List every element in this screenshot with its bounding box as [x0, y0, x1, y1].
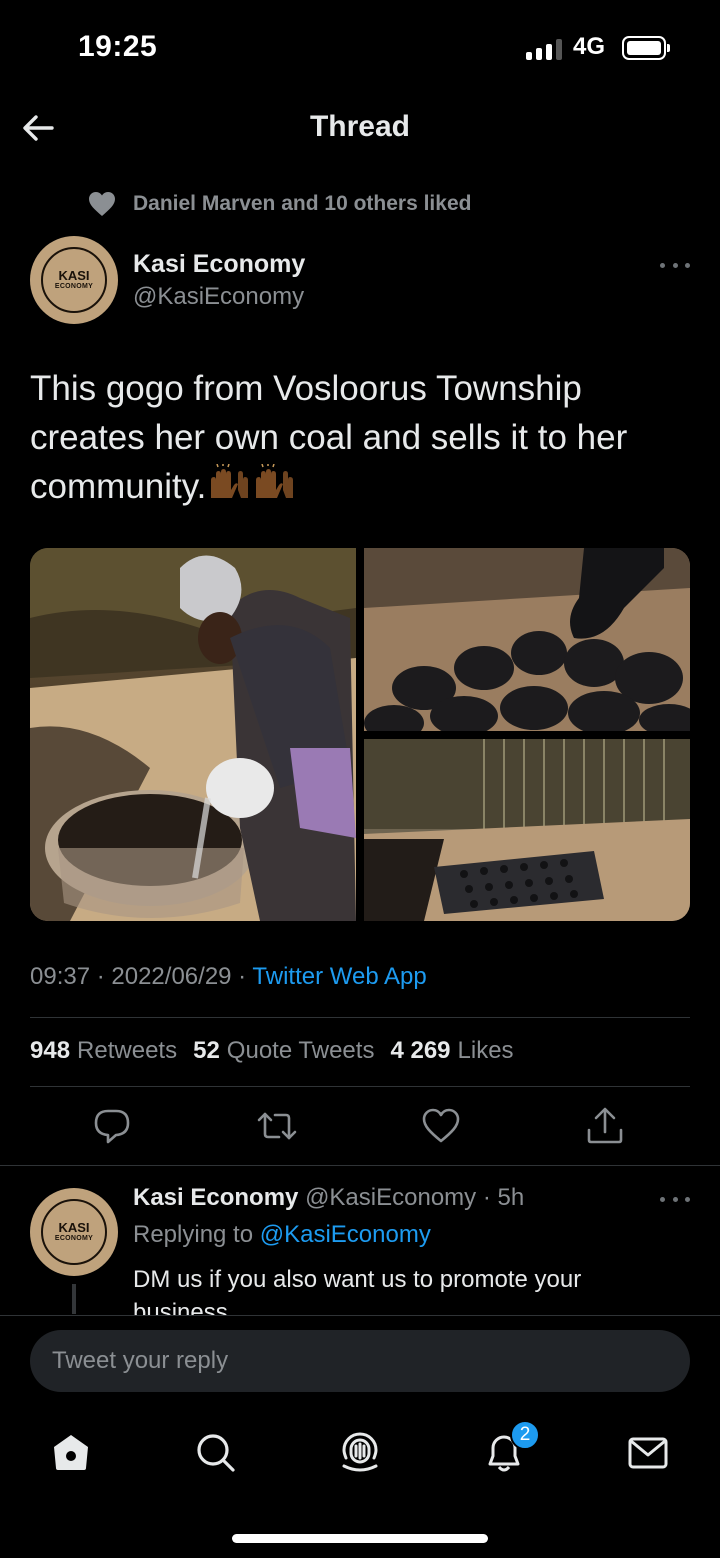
tweet-actions: [0, 1104, 720, 1152]
reply-text: DM us if you also want us to promote you…: [133, 1266, 582, 1315]
reply-icon[interactable]: [90, 1104, 134, 1148]
retweets-stat[interactable]: 948 Retweets: [30, 1037, 177, 1065]
liked-by-text: Daniel Marven and 10 others liked: [133, 192, 472, 215]
author-handle[interactable]: @KasiEconomy: [133, 283, 304, 311]
status-time: 19:25: [78, 30, 158, 63]
bottom-navigation: [0, 1410, 720, 1500]
avatar[interactable]: KASI ECONOMY: [30, 236, 118, 324]
raising-hands-emoji: [208, 463, 298, 513]
thread-connector: [72, 1284, 76, 1314]
replying-to: Replying to @KasiEconomy: [133, 1221, 431, 1248]
signal-icon: [526, 38, 564, 60]
reply-author-handle: @KasiEconomy: [305, 1184, 477, 1211]
tweet-timestamp: 09:37 · 2022/06/29 · Twitter Web App: [30, 963, 427, 990]
tweet-stats: 948 Retweets 52 Quote Tweets 4 269 Likes: [30, 1037, 514, 1065]
quote-tweets-stat[interactable]: 52 Quote Tweets: [193, 1037, 374, 1065]
retweet-icon[interactable]: [255, 1104, 299, 1148]
hand-shaping-coal-photo[interactable]: [364, 548, 690, 731]
social-context[interactable]: Daniel Marven and 10 others liked: [88, 188, 471, 220]
tweet-media[interactable]: [30, 548, 690, 921]
divider: [30, 1086, 690, 1087]
tweet-date[interactable]: 2022/06/29: [111, 963, 231, 990]
tweet-source[interactable]: Twitter Web App: [252, 963, 426, 990]
reply-input[interactable]: [30, 1330, 690, 1392]
coal-drying-yard-photo[interactable]: [364, 739, 690, 921]
reply-avatar[interactable]: KASI ECONOMY: [30, 1188, 118, 1276]
more-options-icon[interactable]: [660, 1194, 690, 1204]
home-icon[interactable]: [47, 1428, 95, 1476]
reply-header[interactable]: Kasi Economy @KasiEconomy · 5h: [133, 1184, 524, 1212]
likes-stat[interactable]: 4 269 Likes: [390, 1037, 513, 1065]
network-type: 4G: [573, 33, 606, 60]
home-indicator[interactable]: [232, 1534, 488, 1543]
tweet-time[interactable]: 09:37: [30, 963, 90, 990]
avatar-logo-text: KASI: [58, 1220, 90, 1235]
avatar-logo-subtext: ECONOMY: [54, 1235, 94, 1242]
page-title: Thread: [309, 110, 411, 143]
status-bar: 19:25 4G: [0, 0, 720, 96]
tweet-text: This gogo from Vosloorus Township create…: [30, 364, 690, 513]
compose-bar: [0, 1315, 720, 1410]
divider: [30, 1017, 690, 1018]
messages-icon[interactable]: [624, 1428, 672, 1476]
woman-pouring-water-photo[interactable]: [30, 548, 356, 921]
reply-compose[interactable]: [30, 1330, 690, 1392]
tweet-body: This gogo from Vosloorus Township create…: [30, 369, 628, 506]
notification-badge: 2: [510, 1420, 540, 1450]
reply-author-name: Kasi Economy: [133, 1184, 299, 1211]
search-icon[interactable]: [191, 1428, 239, 1476]
share-icon[interactable]: [583, 1104, 627, 1148]
divider: [0, 1165, 720, 1166]
avatar-logo-text: KASI: [58, 268, 90, 283]
like-icon[interactable]: [419, 1104, 463, 1148]
heart-icon: [89, 192, 115, 216]
more-options-icon[interactable]: [660, 260, 690, 270]
thread-header: Thread: [0, 96, 720, 160]
mention-link[interactable]: @KasiEconomy: [260, 1221, 431, 1248]
reply-age: 5h: [497, 1184, 525, 1211]
spaces-icon[interactable]: [336, 1428, 384, 1476]
battery-icon: [622, 36, 666, 60]
avatar-logo-subtext: ECONOMY: [54, 283, 94, 290]
author-name[interactable]: Kasi Economy: [133, 250, 305, 279]
